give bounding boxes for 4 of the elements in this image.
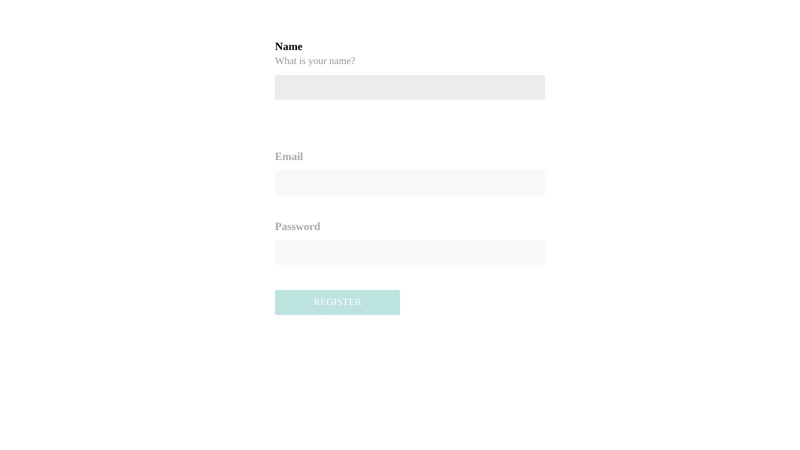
field-label: Email bbox=[275, 150, 304, 164]
field-hint: What is your name? bbox=[275, 55, 356, 69]
field-label: Name bbox=[275, 40, 304, 54]
field-label: Password bbox=[275, 220, 322, 234]
